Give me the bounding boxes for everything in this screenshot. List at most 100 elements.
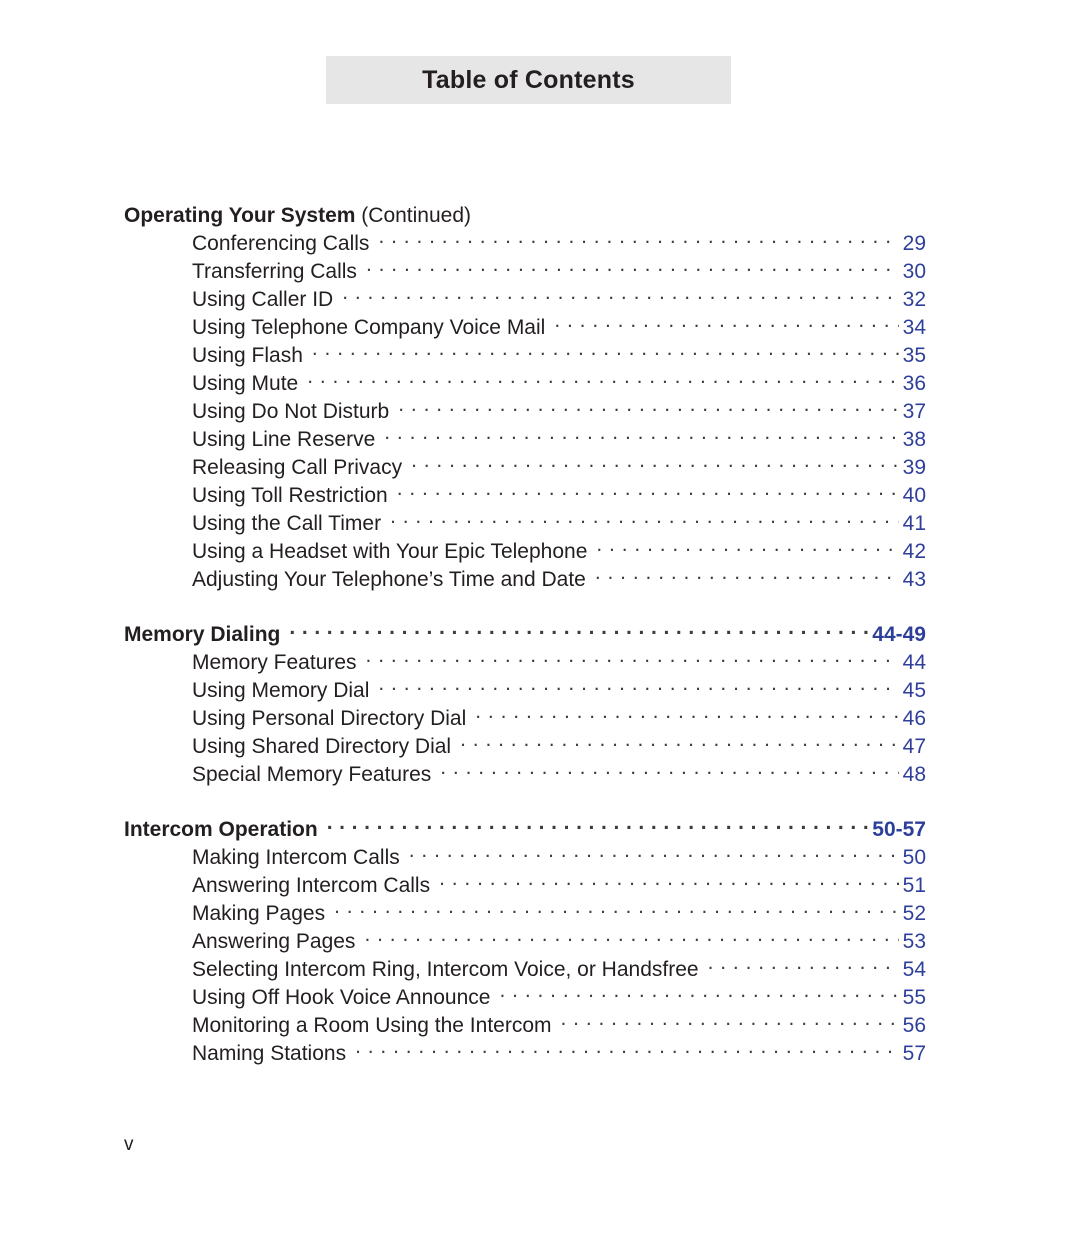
toc-entry[interactable]: Selecting Intercom Ring, Intercom Voice,… — [192, 955, 926, 983]
toc-section-heading[interactable]: Intercom Operation 50-57 — [124, 815, 926, 843]
toc-entry-label: Using Shared Directory Dial — [192, 735, 452, 758]
toc-entry-page-number: 40 — [902, 484, 926, 507]
table-of-contents: Operating Your System (Continued) Confere… — [124, 202, 926, 1067]
dot-leader — [366, 257, 899, 278]
toc-entry-page-number: 55 — [902, 986, 926, 1009]
toc-entry[interactable]: Using a Headset with Your Epic Telephone… — [192, 537, 926, 565]
toc-entry[interactable]: Using Toll Restriction 40 — [192, 481, 926, 509]
toc-entry[interactable]: Releasing Call Privacy 39 — [192, 453, 926, 481]
dot-leader — [554, 313, 899, 334]
toc-entry-page-number: 35 — [902, 344, 926, 367]
toc-entry-page-number: 36 — [902, 372, 926, 395]
toc-entry-page-number: 46 — [902, 707, 926, 730]
toc-section-heading: Operating Your System (Continued) — [124, 202, 926, 229]
toc-entry-page-number: 43 — [902, 568, 926, 591]
dot-leader — [307, 369, 899, 390]
toc-entry-label: Selecting Intercom Ring, Intercom Voice,… — [192, 958, 699, 981]
toc-entry-page-number: 32 — [902, 288, 926, 311]
toc-entry[interactable]: Naming Stations 57 — [192, 1039, 926, 1067]
toc-section-memory-dialing: Memory Dialing44-49Memory Features44Usin… — [124, 620, 926, 788]
toc-section-page-range: 50-57 — [872, 818, 926, 841]
toc-entry[interactable]: Answering Pages 53 — [192, 927, 926, 955]
toc-entry-page-number: 41 — [902, 512, 926, 535]
toc-entry[interactable]: Making Intercom Calls 50 — [192, 843, 926, 871]
dot-leader — [561, 1011, 900, 1032]
toc-entry[interactable]: Transferring Calls 30 — [192, 257, 926, 285]
toc-entry[interactable]: Using Flash 35 — [192, 341, 926, 369]
toc-entry-page-number: 52 — [902, 902, 926, 925]
toc-entry-page-number: 50 — [902, 846, 926, 869]
toc-entry[interactable]: Using Do Not Disturb 37 — [192, 397, 926, 425]
toc-header-banner: Table of Contents — [326, 56, 731, 104]
toc-entry[interactable]: Using the Call Timer 41 — [192, 509, 926, 537]
toc-entry[interactable]: Adjusting Your Telephone’s Time and Date… — [192, 565, 926, 593]
toc-entry-label: Transferring Calls — [192, 260, 357, 283]
toc-entry-label: Using Off Hook Voice Announce — [192, 986, 491, 1009]
toc-entry-page-number: 56 — [902, 1014, 926, 1037]
toc-entry[interactable]: Using Shared Directory Dial 47 — [192, 732, 926, 760]
dot-leader — [366, 648, 899, 669]
toc-entry-list: Memory Features44Using Memory Dial45Usin… — [124, 648, 926, 788]
dot-leader — [411, 453, 899, 474]
dot-leader — [398, 397, 899, 418]
toc-entry[interactable]: Monitoring a Room Using the Intercom 56 — [192, 1011, 926, 1039]
dot-leader — [342, 285, 899, 306]
toc-entry-label: Using Toll Restriction — [192, 484, 388, 507]
toc-entry[interactable]: Using Personal Directory Dial 46 — [192, 704, 926, 732]
toc-entry[interactable]: Making Pages 52 — [192, 899, 926, 927]
toc-section-operating-your-system: Operating Your System (Continued) Confere… — [124, 202, 926, 593]
dot-leader — [390, 509, 899, 530]
toc-entry-page-number: 54 — [902, 958, 926, 981]
toc-entry[interactable]: Using Off Hook Voice Announce 55 — [192, 983, 926, 1011]
toc-section-intercom-operation: Intercom Operation 50-57Making Intercom C… — [124, 815, 926, 1067]
dot-leader — [475, 704, 899, 725]
dot-leader — [595, 565, 899, 586]
toc-entry[interactable]: Using Caller ID 32 — [192, 285, 926, 313]
toc-entry-label: Memory Features — [192, 651, 357, 674]
toc-entry-label: Answering Intercom Calls — [192, 874, 431, 897]
toc-entry-label: Using Caller ID — [192, 288, 334, 311]
toc-entry-label: Using Line Reserve — [192, 428, 376, 451]
toc-entry-page-number: 39 — [902, 456, 926, 479]
toc-entry-page-number: 57 — [902, 1042, 926, 1065]
toc-entry-page-number: 48 — [902, 763, 926, 786]
dot-leader — [289, 620, 868, 641]
toc-entry-label: Using Personal Directory Dial — [192, 707, 467, 730]
page-title: Table of Contents — [422, 65, 635, 94]
toc-entry-label: Answering Pages — [192, 930, 356, 953]
toc-entry-page-number: 51 — [902, 874, 926, 897]
toc-entry-label: Using Do Not Disturb — [192, 400, 390, 423]
toc-section-heading-label: Memory Dialing — [124, 623, 281, 646]
toc-entry[interactable]: Memory Features 44 — [192, 648, 926, 676]
dot-leader — [460, 732, 899, 753]
toc-section-heading[interactable]: Memory Dialing 44-49 — [124, 620, 926, 648]
toc-entry-page-number: 44 — [902, 651, 926, 674]
toc-entry[interactable]: Using Telephone Company Voice Mail 34 — [192, 313, 926, 341]
toc-entry-label: Special Memory Features — [192, 763, 432, 786]
toc-entry[interactable]: Conferencing Calls 29 — [192, 229, 926, 257]
toc-entry-page-number: 37 — [902, 400, 926, 423]
toc-entry-label: Using a Headset with Your Epic Telephone — [192, 540, 588, 563]
dot-leader — [499, 983, 899, 1004]
toc-entry-label: Naming Stations — [192, 1042, 347, 1065]
toc-entry-page-number: 34 — [902, 316, 926, 339]
toc-entry[interactable]: Using Memory Dial 45 — [192, 676, 926, 704]
toc-entry-label: Using the Call Timer — [192, 512, 382, 535]
dot-leader — [439, 871, 899, 892]
toc-entry[interactable]: Using Line Reserve 38 — [192, 425, 926, 453]
toc-entry[interactable]: Using Mute 36 — [192, 369, 926, 397]
toc-entry[interactable]: Special Memory Features 48 — [192, 760, 926, 788]
toc-entry-label: Using Flash — [192, 344, 303, 367]
toc-section-heading-label: Intercom Operation — [124, 818, 318, 841]
toc-entry-page-number: 30 — [902, 260, 926, 283]
toc-section-page-range: 44-49 — [872, 623, 926, 646]
toc-entry-list: Making Intercom Calls50Answering Interco… — [124, 843, 926, 1067]
dot-leader — [397, 481, 899, 502]
page-folio: v — [124, 1134, 134, 1155]
dot-leader — [708, 955, 899, 976]
toc-entry-label: Using Memory Dial — [192, 679, 370, 702]
toc-entry-page-number: 29 — [902, 232, 926, 255]
dot-leader — [327, 815, 868, 836]
toc-entry[interactable]: Answering Intercom Calls 51 — [192, 871, 926, 899]
toc-entry-page-number: 45 — [902, 679, 926, 702]
